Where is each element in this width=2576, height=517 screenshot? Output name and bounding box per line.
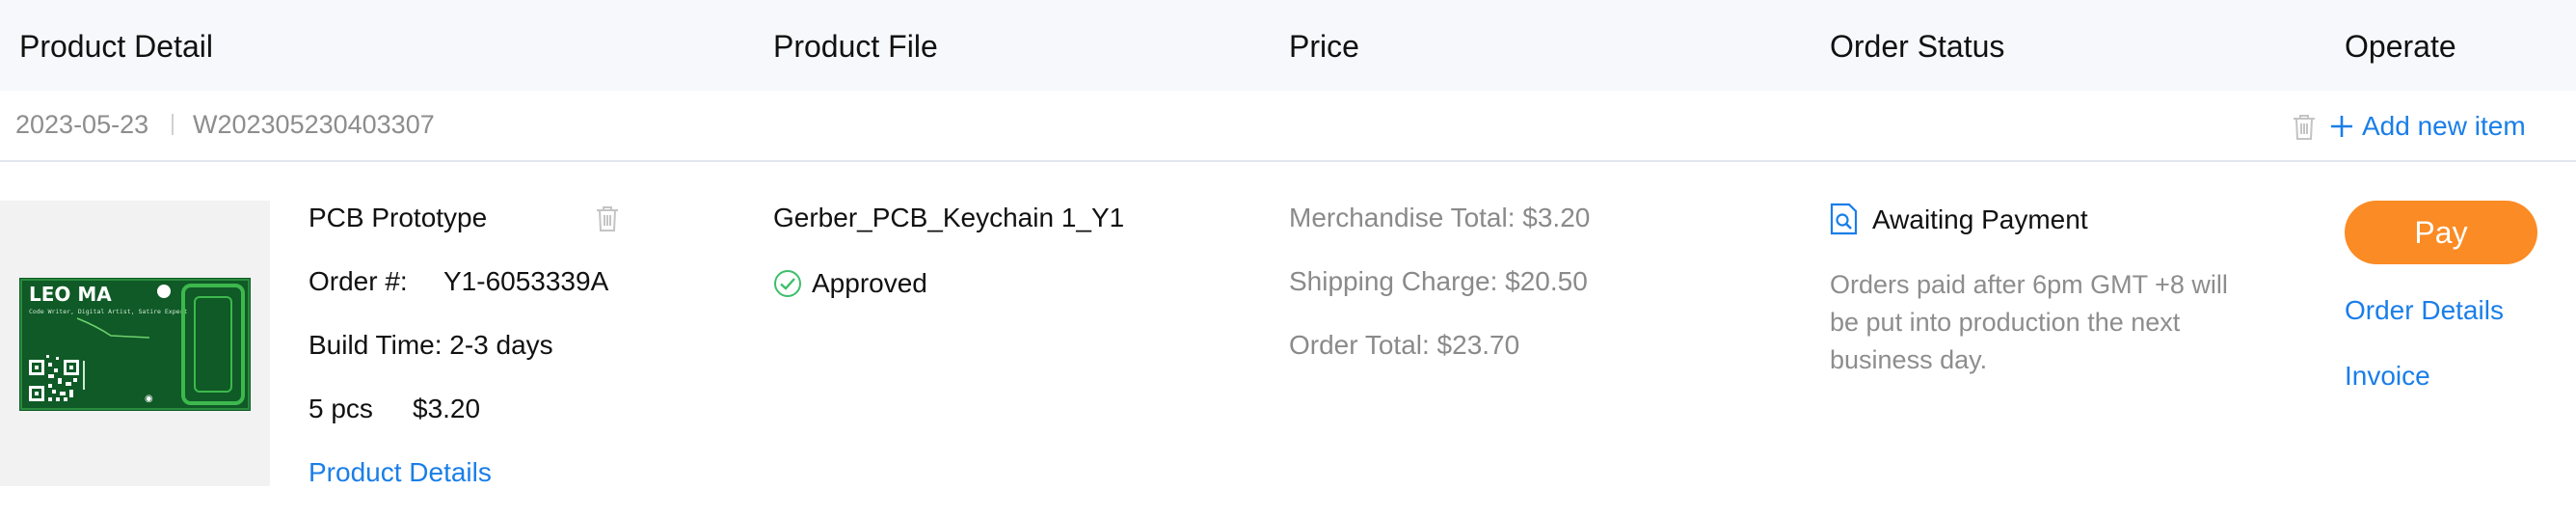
order-status-label: Awaiting Payment (1872, 204, 2088, 234)
check-circle-icon (774, 270, 801, 297)
column-header-order-status: Order Status (1830, 29, 2005, 64)
order-date: 2023-05-23 (15, 110, 149, 139)
shipping-charge: Shipping Charge: $20.50 (1289, 266, 1588, 296)
product-details-link[interactable]: Product Details (309, 456, 492, 489)
subheader-divider (172, 114, 174, 135)
order-number-label: Order #: (309, 266, 408, 296)
quantity: 5 pcs (309, 394, 373, 423)
merchandise-total: Merchandise Total: $3.20 (1289, 203, 1591, 232)
add-new-item-link[interactable]: Add new item (2329, 110, 2526, 143)
order-details-link[interactable]: Order Details (2345, 294, 2504, 327)
pcb-tagline-text: Code Writer, Digital Artist, Satire Expe… (29, 308, 187, 315)
document-search-icon (1830, 203, 1858, 235)
column-header-price: Price (1289, 29, 1359, 64)
pay-button[interactable]: Pay (2345, 201, 2537, 264)
product-name: PCB Prototype (309, 203, 488, 232)
order-subheader: 2023-05-23 W202305230403307 (0, 91, 2576, 162)
pcb-logo-text: LEO MA (29, 283, 112, 306)
product-order-number: Y1-6053339A (443, 266, 609, 296)
svg-text:◉: ◉ (145, 394, 153, 404)
column-header-operate: Operate (2345, 29, 2456, 64)
delete-product-button[interactable] (596, 205, 619, 237)
payment-cutoff-note: Orders paid after 6pm GMT +8 will be put… (1830, 270, 2228, 374)
add-new-item-label: Add new item (2362, 111, 2526, 141)
table-header: Product Detail Product File Price Order … (0, 0, 2576, 91)
order-total: Order Total: $23.70 (1289, 330, 1520, 360)
product-file-name: Gerber_PCB_Keychain 1_Y1 (773, 203, 1125, 232)
trash-icon (2294, 115, 2315, 140)
pcb-board-image: LEO MA Code Writer, Digital Artist, Sati… (19, 278, 251, 411)
column-header-product-detail: Product Detail (19, 29, 213, 64)
file-status: Approved (812, 268, 927, 298)
trash-icon (597, 206, 618, 231)
delete-order-button[interactable] (2293, 114, 2316, 146)
build-time: Build Time: 2-3 days (309, 330, 553, 360)
unit-price: $3.20 (413, 394, 481, 423)
invoice-link[interactable]: Invoice (2345, 360, 2430, 393)
plus-icon (2331, 116, 2352, 137)
column-header-product-file: Product File (773, 29, 938, 64)
order-number: W202305230403307 (193, 110, 435, 139)
